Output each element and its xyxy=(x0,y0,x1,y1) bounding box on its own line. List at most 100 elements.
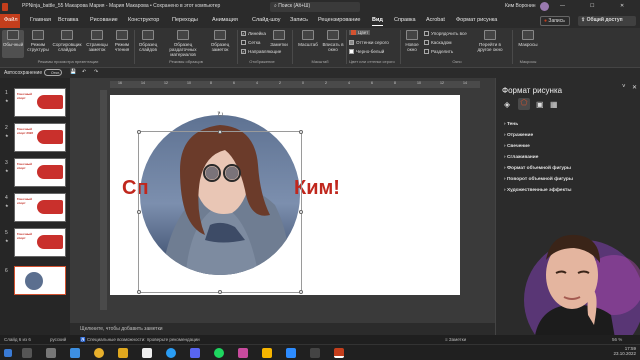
avatar[interactable] xyxy=(540,2,549,11)
notes-button[interactable]: Заметки xyxy=(270,30,288,58)
outline-view-button[interactable]: Режим структуры xyxy=(26,30,50,58)
tab-8[interactable]: Запись xyxy=(290,17,308,23)
selection-box[interactable] xyxy=(137,130,303,294)
tab-1[interactable]: Главная xyxy=(30,17,51,23)
tab-10[interactable]: Вид xyxy=(372,17,383,26)
autosave-toggle[interactable]: Откл. xyxy=(44,69,62,76)
split-button[interactable]: Разделить xyxy=(424,49,453,55)
share-button[interactable]: ⇪ Общий доступ xyxy=(578,16,636,26)
minimize-icon[interactable]: — xyxy=(560,3,565,9)
pane-collapse-icon[interactable]: ˅ xyxy=(622,84,626,90)
pane-section[interactable]: › Тень xyxy=(504,122,518,127)
normal-view-button[interactable]: Обычный xyxy=(2,30,24,58)
notes-page-button[interactable]: Страницы заметок xyxy=(84,30,110,58)
arrange-all-button[interactable]: Упорядочить все xyxy=(424,31,467,37)
zoom-button[interactable]: Масштаб xyxy=(296,30,320,58)
slide-thumbnail[interactable]: Гоночный спорт 2022 xyxy=(14,123,66,152)
resize-handle[interactable] xyxy=(299,130,303,134)
pane-section[interactable]: › Свечение xyxy=(504,144,530,149)
ruler-checkbox[interactable]: ✓ Линейка xyxy=(241,31,266,37)
resize-handle[interactable] xyxy=(218,130,222,134)
black-white-option[interactable]: Черно-белый xyxy=(349,49,384,55)
tab-6[interactable]: Анимация xyxy=(212,17,238,23)
resize-handle[interactable] xyxy=(137,210,141,214)
obs-icon[interactable] xyxy=(310,348,320,358)
slide[interactable]: Сп Ким! ↻ xyxy=(110,95,460,295)
switch-window-button[interactable]: Перейти в другое окно xyxy=(474,30,506,58)
slide-master-button[interactable]: Образец слайдов xyxy=(136,30,160,58)
pane-section[interactable]: › Формат объемной фигуры xyxy=(504,166,571,171)
powerpoint-taskbar-icon[interactable] xyxy=(334,348,344,358)
handout-master-button[interactable]: Образец раздаточных материалов xyxy=(162,30,204,58)
slide-thumbnail[interactable]: Гоночный спорт xyxy=(14,88,66,117)
slide-thumbnail[interactable]: Гоночный спорт xyxy=(14,158,66,187)
search-taskbar-icon[interactable] xyxy=(22,348,32,358)
macros-icon xyxy=(522,30,534,40)
macros-button[interactable]: Макросы xyxy=(516,30,540,58)
tab-9[interactable]: Рецензирование xyxy=(318,17,360,23)
app-icon[interactable] xyxy=(262,348,272,358)
resize-handle[interactable] xyxy=(299,210,303,214)
pane-section[interactable]: › Художественные эффекты xyxy=(504,188,571,193)
zoom-level[interactable]: 56 % xyxy=(612,337,622,342)
color-option[interactable]: Цвет xyxy=(349,30,371,36)
maximize-icon[interactable]: ☐ xyxy=(590,3,594,9)
redo-icon[interactable]: ↷ xyxy=(94,69,98,75)
effects-icon[interactable]: ⬠ xyxy=(518,98,530,110)
pane-section[interactable]: › Сглаживание xyxy=(504,155,538,160)
cascade-button[interactable]: Каскадом xyxy=(424,40,452,46)
edge-icon[interactable] xyxy=(70,348,80,358)
reading-view-button[interactable]: Режим чтения xyxy=(112,30,132,58)
notes-master-button[interactable]: Образец заметок xyxy=(206,30,234,58)
chrome-icon[interactable] xyxy=(94,348,104,358)
slide-sorter-button[interactable]: Сортировщик слайдов xyxy=(52,30,82,58)
telegram-icon[interactable] xyxy=(166,348,176,358)
record-button[interactable]: ● Запись xyxy=(540,16,570,26)
discord-icon[interactable] xyxy=(190,348,200,358)
tab-4[interactable]: Конструктор xyxy=(128,17,159,23)
resize-handle[interactable] xyxy=(299,290,303,294)
tab-12[interactable]: Acrobat xyxy=(426,17,445,23)
layout-icon[interactable]: ▣ xyxy=(536,100,544,109)
language-status[interactable]: русский xyxy=(50,337,66,342)
search-box[interactable]: ⌕ Поиск (Alt+Ш) xyxy=(270,2,360,12)
resize-handle[interactable] xyxy=(218,290,222,294)
tab-13[interactable]: Формат рисунка xyxy=(456,17,497,23)
fit-window-button[interactable]: Вписать в окно xyxy=(322,30,344,58)
tab-0[interactable]: Файл xyxy=(0,14,20,28)
pane-close-icon[interactable]: ✕ xyxy=(632,84,637,91)
pane-section[interactable]: › Отражение xyxy=(504,133,533,138)
picture-icon[interactable]: ▦ xyxy=(550,100,558,109)
start-icon[interactable] xyxy=(4,349,12,357)
save-icon[interactable]: 💾 xyxy=(70,69,76,75)
tab-7[interactable]: Слайд-шоу xyxy=(252,17,281,23)
close-icon[interactable]: ✕ xyxy=(620,3,624,9)
grayscale-option[interactable]: Оттенки серого xyxy=(349,40,389,46)
accessibility-status[interactable]: ♿ Специальные возможности: проверьте рек… xyxy=(80,337,200,343)
notion-icon[interactable] xyxy=(142,348,152,358)
grid-checkbox[interactable]: Сетка xyxy=(241,40,261,46)
pane-section[interactable]: › Поворот объемной фигуры xyxy=(504,177,573,182)
notes-pane[interactable]: Щелкните, чтобы добавить заметки xyxy=(70,323,495,335)
fill-line-icon[interactable]: ◈ xyxy=(504,100,510,109)
tab-11[interactable]: Справка xyxy=(394,17,416,23)
task-view-icon[interactable] xyxy=(46,348,56,358)
tab-3[interactable]: Рисование xyxy=(90,17,118,23)
slide-thumbnail[interactable]: Гоночный спорт xyxy=(14,193,66,222)
slide-thumbnail[interactable] xyxy=(14,266,66,295)
tab-5[interactable]: Переходы xyxy=(172,17,198,23)
app-icon[interactable] xyxy=(238,348,248,358)
spotify-icon[interactable] xyxy=(214,348,224,358)
undo-icon[interactable]: ↶ xyxy=(82,69,86,75)
ruler-tick: 14 xyxy=(141,81,145,85)
pane-section-label: Поворот объемной фигуры xyxy=(506,177,573,182)
notes-toggle[interactable]: ≡ Заметки xyxy=(445,337,466,342)
resize-handle[interactable] xyxy=(137,130,141,134)
resize-handle[interactable] xyxy=(137,290,141,294)
new-window-button[interactable]: Новое окно xyxy=(402,30,422,58)
tab-2[interactable]: Вставка xyxy=(58,17,78,23)
zoom-app-icon[interactable] xyxy=(286,348,296,358)
rotate-handle-icon[interactable]: ↻ xyxy=(217,110,224,119)
explorer-icon[interactable] xyxy=(118,348,128,358)
slide-thumbnail[interactable]: Гоночный спорт xyxy=(14,228,66,257)
